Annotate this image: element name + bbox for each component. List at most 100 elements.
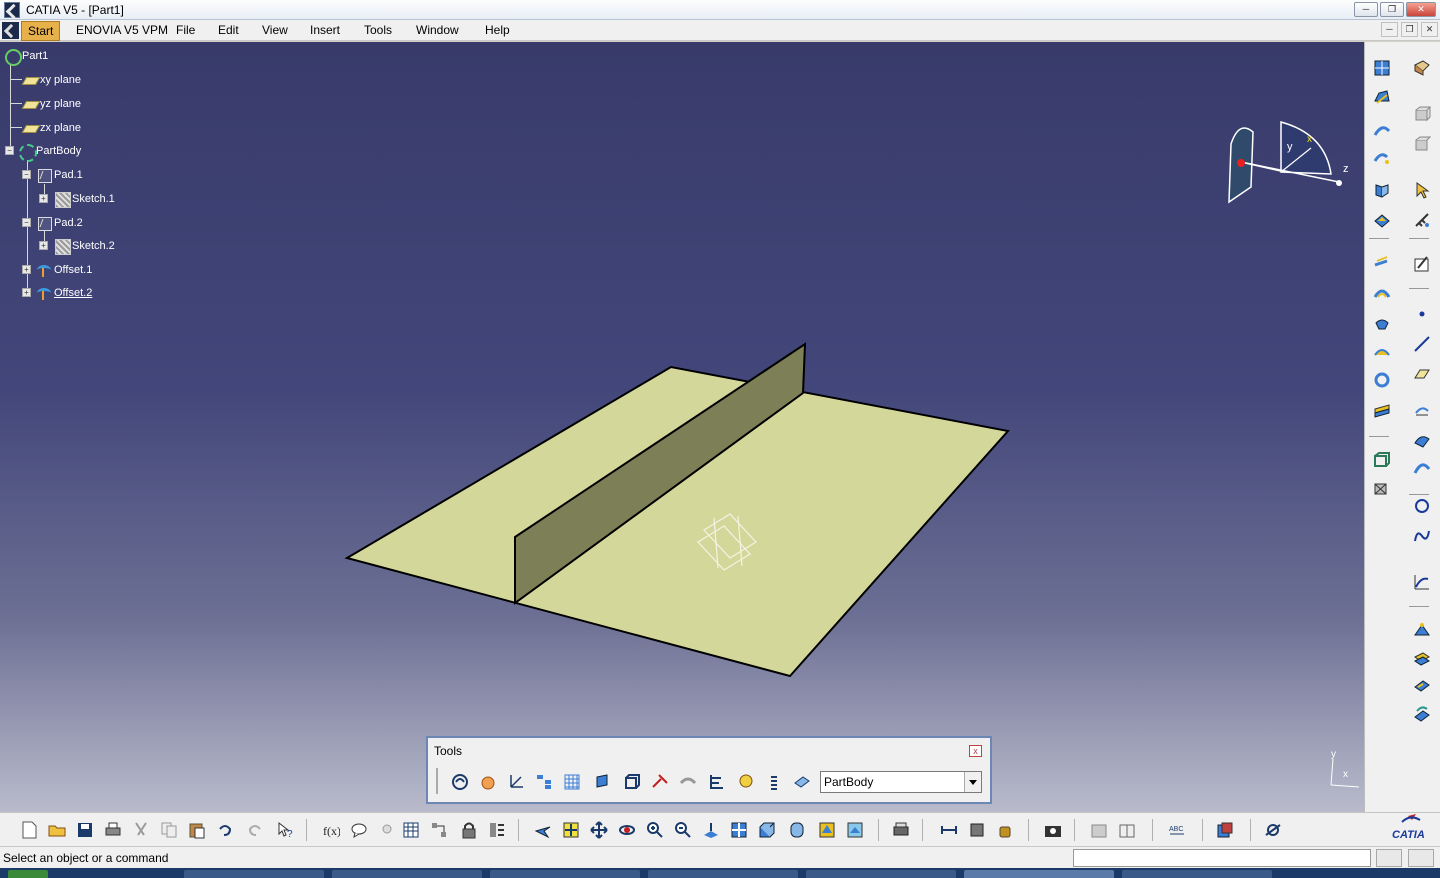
intersection-button[interactable] bbox=[1409, 428, 1435, 452]
projection-button[interactable] bbox=[1409, 398, 1435, 422]
start-orb[interactable] bbox=[8, 870, 48, 878]
taskbar-item-active[interactable] bbox=[964, 870, 1114, 878]
tree-node-zx-plane[interactable]: zx plane bbox=[22, 119, 81, 137]
snapshot2-button[interactable] bbox=[1409, 132, 1435, 156]
menu-tools[interactable]: Tools bbox=[364, 23, 392, 37]
print-button[interactable] bbox=[100, 818, 126, 842]
light-button[interactable] bbox=[374, 818, 400, 842]
tree-collapse-pad2[interactable]: − bbox=[22, 218, 31, 227]
tree-node-xy-plane[interactable]: xy plane bbox=[22, 71, 81, 89]
tree-node-yz-plane[interactable]: yz plane bbox=[22, 95, 81, 113]
current-body-select[interactable]: PartBody bbox=[820, 771, 982, 793]
3d-viewport[interactable]: Part1 xy plane yz plane zx plane − PartB… bbox=[0, 42, 1364, 812]
blend-button[interactable] bbox=[1369, 146, 1395, 170]
join-button[interactable] bbox=[1369, 208, 1395, 232]
stack-button[interactable] bbox=[762, 770, 786, 794]
menu-enovia[interactable]: ENOVIA V5 VPM bbox=[76, 23, 168, 37]
hand-button[interactable] bbox=[476, 770, 500, 794]
snapshot-button[interactable] bbox=[1409, 102, 1435, 126]
tree-node-part[interactable]: Part1 bbox=[4, 47, 48, 66]
analysis-button[interactable] bbox=[1260, 818, 1286, 842]
tree-node-sketch-1[interactable]: Sketch.1 bbox=[54, 190, 115, 208]
offset-button[interactable] bbox=[1369, 250, 1395, 274]
pan-button[interactable] bbox=[586, 818, 612, 842]
taskbar-item[interactable] bbox=[806, 870, 956, 878]
tree-expand-offset2[interactable]: + bbox=[22, 288, 31, 297]
tools-toolbar[interactable]: Tools x PartBody bbox=[426, 736, 992, 804]
tree-collapse-pad1[interactable]: − bbox=[22, 170, 31, 179]
status-option-button[interactable] bbox=[1376, 849, 1402, 867]
boundary2-button[interactable] bbox=[1369, 368, 1395, 392]
new-button[interactable] bbox=[16, 818, 42, 842]
translate-button[interactable] bbox=[1369, 448, 1395, 472]
extract-button[interactable] bbox=[1369, 398, 1395, 422]
grid-button[interactable] bbox=[560, 770, 584, 794]
mdi-close-button[interactable]: ✕ bbox=[1421, 22, 1438, 37]
tree-expand-sketch1[interactable]: + bbox=[39, 194, 48, 203]
boundary-button[interactable] bbox=[1369, 282, 1395, 306]
menu-start[interactable]: Start bbox=[21, 21, 61, 41]
measure-button[interactable] bbox=[1409, 208, 1435, 232]
menu-help[interactable]: Help bbox=[485, 23, 510, 37]
base-surface[interactable] bbox=[344, 365, 1010, 678]
spline-button[interactable] bbox=[1409, 524, 1435, 548]
line-button[interactable] bbox=[1409, 332, 1435, 356]
cut-button[interactable] bbox=[128, 818, 154, 842]
status-cancel-button[interactable] bbox=[1408, 849, 1434, 867]
cache-button[interactable] bbox=[1212, 818, 1238, 842]
tree-reorder-button[interactable] bbox=[532, 770, 556, 794]
fill-button[interactable] bbox=[1369, 86, 1395, 110]
capture-button[interactable] bbox=[1040, 818, 1066, 842]
chevron-down-icon[interactable] bbox=[964, 772, 981, 792]
formula-button[interactable]: f(x) bbox=[318, 818, 344, 842]
split-view-button[interactable] bbox=[484, 818, 510, 842]
hierarchy-button[interactable] bbox=[704, 770, 728, 794]
multi-view-button[interactable] bbox=[726, 818, 752, 842]
open-button[interactable] bbox=[44, 818, 70, 842]
tree-collapse-partbody[interactable]: − bbox=[5, 146, 14, 155]
design-table-button[interactable] bbox=[398, 818, 424, 842]
extrude-button[interactable] bbox=[1369, 178, 1395, 202]
tree-node-offset-2[interactable]: Offset.2 bbox=[36, 284, 92, 302]
paste-button[interactable] bbox=[184, 818, 210, 842]
split-button[interactable] bbox=[1369, 312, 1395, 336]
tree-expand-sketch2[interactable]: + bbox=[39, 241, 48, 250]
taskbar-item[interactable] bbox=[648, 870, 798, 878]
tree-expand-offset1[interactable]: + bbox=[22, 265, 31, 274]
circle-button[interactable] bbox=[1409, 494, 1435, 518]
fly-mode-button[interactable] bbox=[530, 818, 556, 842]
stacked-surfaces-button[interactable] bbox=[1409, 646, 1435, 670]
toolbar-grip[interactable] bbox=[436, 768, 438, 794]
transformation-button[interactable] bbox=[1409, 702, 1435, 726]
zoom-out-button[interactable] bbox=[670, 818, 696, 842]
select-button[interactable] bbox=[1409, 178, 1435, 202]
tools-toolbar-close-button[interactable]: x bbox=[969, 745, 982, 757]
specification-tree[interactable]: Part1 xy plane yz plane zx plane − PartB… bbox=[0, 42, 260, 302]
point-button[interactable] bbox=[1409, 302, 1435, 326]
knowledge-advisor-button[interactable] bbox=[346, 818, 372, 842]
measure-inertia-button[interactable] bbox=[992, 818, 1018, 842]
menu-edit[interactable]: Edit bbox=[218, 23, 239, 37]
compass[interactable]: y x z bbox=[1215, 92, 1364, 252]
taskbar-item[interactable] bbox=[332, 870, 482, 878]
swap-visible-button[interactable] bbox=[842, 818, 868, 842]
update-button[interactable] bbox=[448, 770, 472, 794]
fillet-button[interactable] bbox=[1409, 674, 1435, 698]
taskbar-item[interactable] bbox=[1122, 870, 1272, 878]
measure-between-button[interactable] bbox=[936, 818, 962, 842]
helix-button[interactable] bbox=[1409, 570, 1435, 594]
tree-node-sketch-2[interactable]: Sketch.2 bbox=[54, 237, 115, 255]
catalog-button[interactable] bbox=[426, 818, 452, 842]
measure-item-button[interactable] bbox=[964, 818, 990, 842]
axis-system-button[interactable] bbox=[504, 770, 528, 794]
copy-button[interactable] bbox=[156, 818, 182, 842]
taskbar-item[interactable] bbox=[490, 870, 640, 878]
define-in-work-object-button[interactable] bbox=[790, 770, 814, 794]
tree-node-partbody[interactable]: PartBody bbox=[18, 142, 81, 162]
surface-button[interactable] bbox=[1409, 618, 1435, 642]
rotate-view-button[interactable] bbox=[614, 818, 640, 842]
undo-button[interactable] bbox=[212, 818, 238, 842]
iso-view-button[interactable] bbox=[754, 818, 780, 842]
menu-window[interactable]: Window bbox=[416, 23, 459, 37]
hide-show-button[interactable] bbox=[814, 818, 840, 842]
